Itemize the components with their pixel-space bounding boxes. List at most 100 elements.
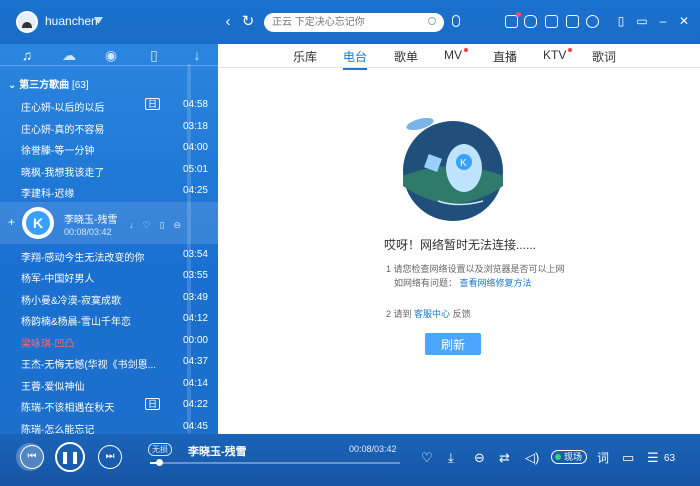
song-name: 杨军-中国好男人 — [21, 274, 95, 285]
back-icon[interactable]: ‹ — [219, 13, 237, 31]
song-name: 杨小曼&冷漠-寂寞成歌 — [21, 295, 121, 307]
remove-icon[interactable]: ⊖ — [474, 451, 485, 465]
tab-bar: 乐库 电台 歌单 MV 直播 KTV 歌词 — [218, 44, 700, 70]
search-icon[interactable] — [428, 17, 436, 25]
current-song-item[interactable]: + 李晓玉-残雪 00:08/03:42 ↓♡▯⊖ — [0, 201, 218, 244]
playlist-count: 63 — [664, 453, 676, 464]
tab-playlists[interactable]: 歌单 — [394, 48, 418, 65]
network-error-illustration: K — [403, 117, 503, 221]
playlist-count: [63] — [71, 80, 89, 91]
pause-icon[interactable]: ❚❚ — [55, 442, 85, 472]
error-title: 哎呀！网络暂时无法连接...... — [384, 238, 537, 252]
song-badge: 日 — [145, 98, 161, 110]
tab-mv[interactable]: MV — [444, 48, 468, 62]
song-actions-icon[interactable]: ↓♡▯⊖ — [129, 220, 190, 231]
song-name: 梁咏琪-凹凸 — [21, 338, 75, 350]
sidebar: ♫ ☁ ◉ ▯ ↓ ⌄ 第三方歌曲 [63] 庄心妍-以后的以后 日 04:58… — [0, 44, 218, 437]
message-icon[interactable] — [505, 12, 521, 28]
tab-radio[interactable]: 电台 — [343, 48, 368, 70]
scrollbar[interactable] — [187, 64, 191, 434]
repeat-icon[interactable]: ⇄ — [499, 451, 510, 465]
tab-library[interactable]: 乐库 — [293, 48, 317, 65]
playlist-title: 第三方歌曲 — [19, 80, 70, 91]
player-bar: ⏮ ❚❚ ⏭ 无损 李晓玉-残雪 00:08/03:42 ♡ ⤓ ⊖ ⇄ ◁) … — [0, 434, 700, 486]
progress-handle[interactable] — [156, 459, 163, 466]
progress-bar[interactable] — [150, 459, 400, 466]
hint-line-2: 如网络有问题： 查看网络修复方法 — [394, 276, 532, 289]
list-item[interactable]: 庄心妍-以后的以后 日 04:58 — [0, 94, 218, 116]
previous-icon[interactable]: ⏮ — [20, 445, 44, 469]
mail-icon[interactable] — [545, 15, 558, 28]
song-name: 庄心妍-真的不容易 — [21, 124, 105, 136]
add-icon[interactable]: + — [8, 215, 15, 229]
list-item[interactable]: 徐誉滕-等一分钟 04:00 — [0, 137, 218, 159]
download-icon[interactable]: ↓ — [188, 47, 206, 63]
song-name: 李翔-感动今生无法改变的你 — [21, 252, 145, 264]
username[interactable]: huanchen — [45, 14, 98, 28]
current-song-name: 李晓玉-残雪 — [64, 214, 118, 226]
title-bar: huanchen ‹ ↻ ▯ ▭ – ✕ — [0, 0, 700, 44]
next-icon[interactable]: ⏭ — [98, 445, 122, 469]
compact-icon[interactable]: ▭ — [636, 15, 648, 27]
download-icon[interactable]: ⤓ — [448, 451, 454, 465]
comment-icon[interactable]: ▭ — [622, 451, 634, 465]
refresh-icon[interactable]: ↻ — [239, 13, 257, 31]
list-item[interactable]: 梁咏琪-凹凸 00:00 — [0, 330, 218, 352]
heart-icon[interactable]: ♡ — [421, 451, 433, 465]
album-cover[interactable] — [22, 206, 54, 239]
lyrics-toggle[interactable]: 词 — [597, 451, 609, 465]
radio-icon[interactable]: ◉ — [102, 47, 120, 63]
hint-prefix: 如网络有问题： — [394, 278, 458, 288]
minimize-icon[interactable]: – — [657, 15, 669, 27]
list-item[interactable]: 杨小曼&冷漠-寂寞成歌 03:49 — [0, 287, 218, 309]
song-name: 陈瑞-不该相遇在秋天 — [21, 403, 115, 414]
microphone-icon[interactable] — [452, 15, 460, 27]
current-song-time: 00:08/03:42 — [64, 226, 112, 237]
list-item[interactable]: 晓枫-我想我该走了 05:01 — [0, 159, 218, 181]
song-name: 王杰-无悔无憾(华视《书剑恩... — [21, 360, 156, 371]
refresh-button[interactable]: 刷新 — [425, 333, 481, 355]
list-item[interactable]: 庄心妍-真的不容易 03:18 — [0, 116, 218, 138]
volume-icon[interactable]: ◁) — [525, 451, 539, 465]
tab-live[interactable]: 直播 — [493, 48, 517, 65]
tab-ktv[interactable]: KTV — [543, 48, 573, 62]
list-item[interactable]: 李建科-迟缘 04:25 — [0, 180, 218, 202]
list-item[interactable]: 王杰-无悔无憾(华视《书剑恩... 04:37 — [0, 351, 218, 373]
mini-mode-icon[interactable]: ▯ — [615, 15, 627, 27]
chevron-down-icon: ⌄ — [8, 80, 20, 91]
hint-line-1: 1 请您检查网络设置以及浏览器是否可以上网 — [386, 264, 565, 274]
list-item[interactable]: 王蓉-爱似神仙 04:14 — [0, 373, 218, 395]
hint-suffix: 反馈 — [452, 309, 471, 319]
settings-icon[interactable] — [586, 15, 599, 28]
game-icon[interactable] — [524, 15, 537, 28]
cloud-icon[interactable]: ☁ — [60, 47, 78, 63]
playlist-icon[interactable]: ☰ — [647, 451, 659, 465]
song-name: 庄心妍-以后的以后 — [21, 103, 105, 114]
list-item[interactable]: 杨韵楠&杨晨-雪山千年恋 04:12 — [0, 308, 218, 330]
quality-badge[interactable]: 无损 — [148, 443, 172, 456]
svg-text:K: K — [460, 158, 467, 169]
search-box[interactable] — [264, 13, 444, 32]
support-center-link[interactable]: 客服中心 — [414, 309, 450, 319]
song-name: 晓枫-我想我该走了 — [21, 167, 105, 179]
search-input[interactable] — [272, 14, 422, 31]
song-list: 庄心妍-以后的以后 日 04:58 庄心妍-真的不容易 03:18 徐誉滕-等一… — [0, 94, 218, 437]
song-badge: 日 — [145, 398, 161, 410]
now-playing-title[interactable]: 李晓玉-残雪 — [188, 443, 247, 459]
list-item[interactable]: 杨军-中国好男人 03:55 — [0, 265, 218, 287]
music-note-icon[interactable]: ♫ — [18, 47, 36, 63]
song-name: 徐誉滕-等一分钟 — [21, 146, 95, 157]
song-name: 王蓉-爱似神仙 — [21, 381, 85, 393]
list-item[interactable]: 李翔-感动今生无法改变的你 03:54 — [0, 244, 218, 266]
network-fix-link[interactable]: 查看网络修复方法 — [460, 278, 532, 288]
song-name: 杨韵楠&杨晨-雪山千年恋 — [21, 317, 131, 328]
list-item[interactable]: 陈瑞-不该相遇在秋天 日 04:22 — [0, 394, 218, 416]
live-toggle[interactable]: 现场 — [551, 450, 588, 464]
phone-icon[interactable]: ▯ — [145, 47, 163, 63]
avatar[interactable] — [16, 11, 38, 33]
song-name: 李建科-迟缘 — [21, 189, 75, 200]
skin-icon[interactable] — [566, 15, 579, 28]
tab-lyrics[interactable]: 歌词 — [592, 48, 616, 65]
playlist-header[interactable]: ⌄ 第三方歌曲 [63] — [8, 76, 89, 91]
close-icon[interactable]: ✕ — [678, 15, 690, 27]
